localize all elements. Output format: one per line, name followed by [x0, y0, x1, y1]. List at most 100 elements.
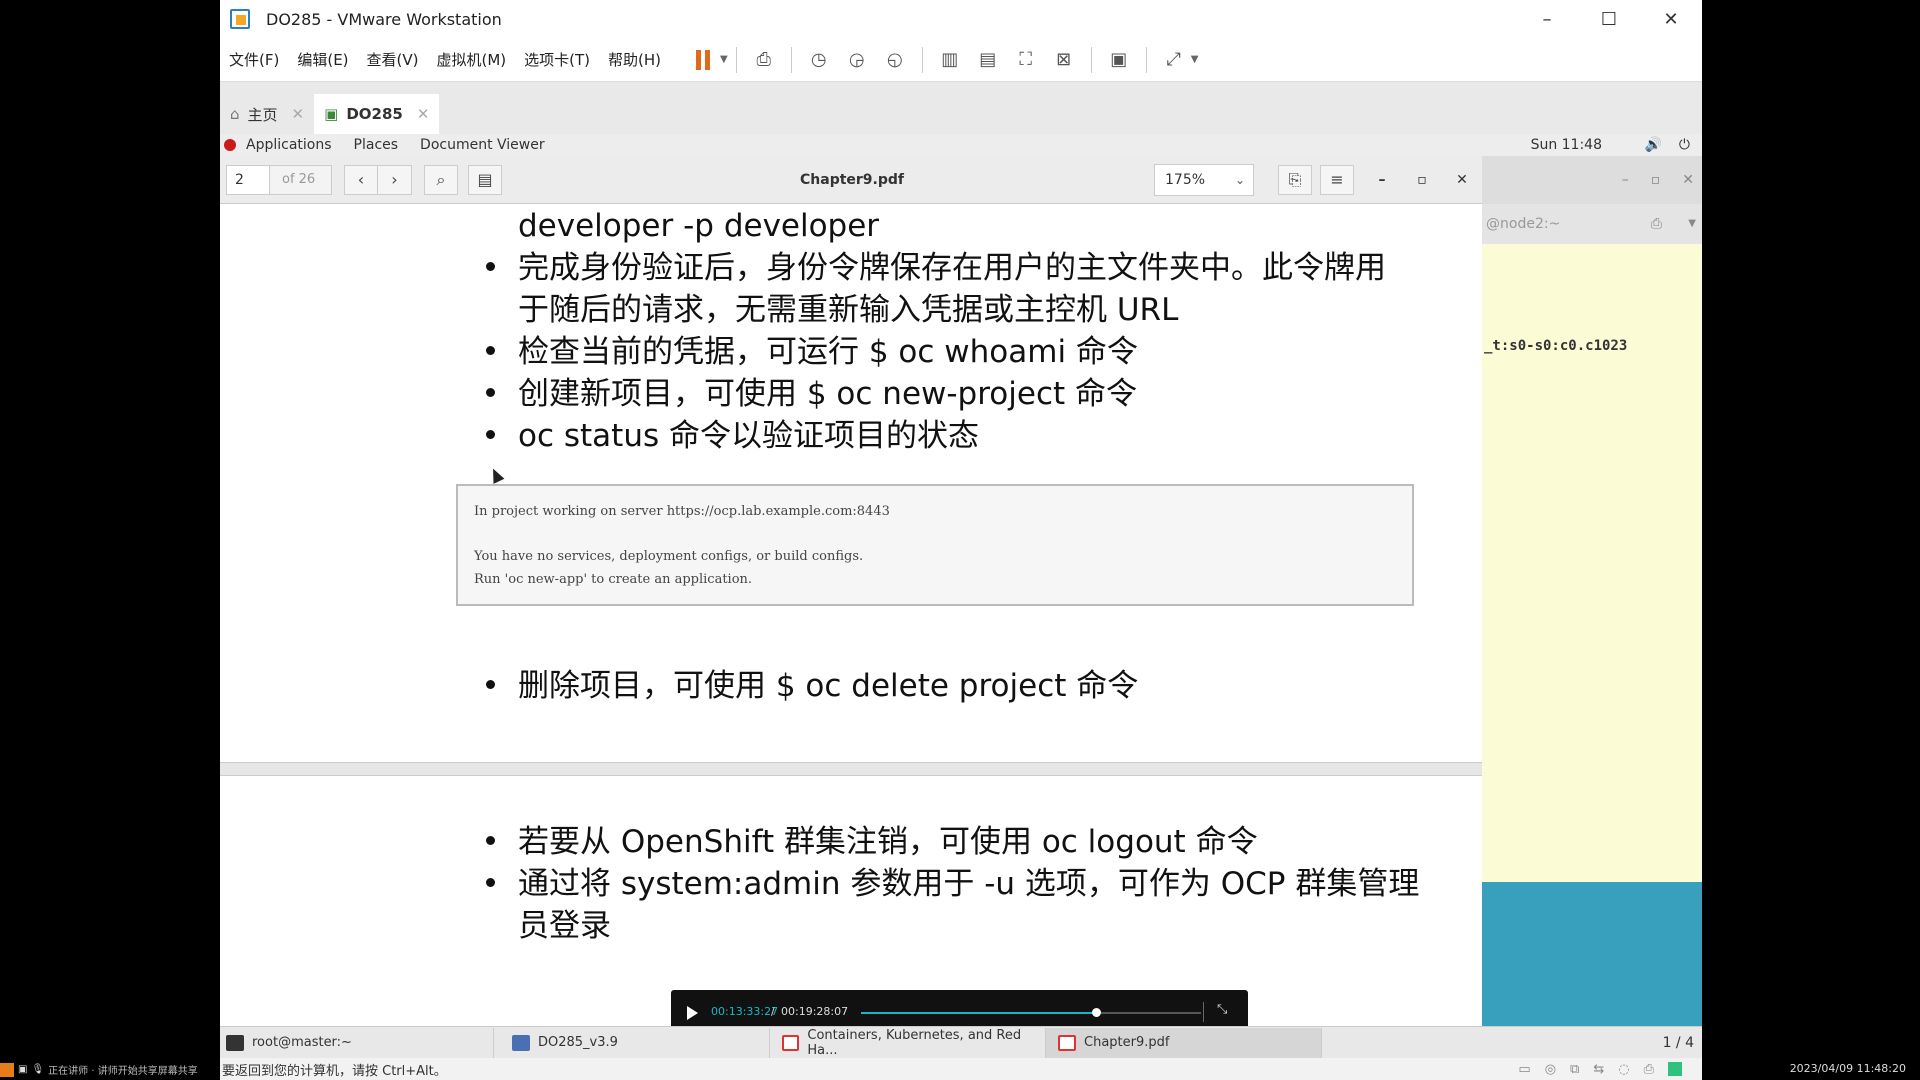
hdd-icon[interactable]: ▭ [1518, 1062, 1530, 1077]
fullscreen-icon[interactable]: ⛶ [1011, 45, 1041, 75]
menu-tabs[interactable]: 选项卡(T) [515, 49, 599, 70]
sound-icon[interactable]: ◌ [1618, 1062, 1629, 1077]
page-text: 创建新项目，可使用 $ oc new-project 命令 [518, 376, 1137, 412]
clock[interactable]: Sun 11:48 [1531, 137, 1602, 153]
page-text: 若要从 OpenShift 群集注销，可使用 oc logout 命令 [518, 824, 1258, 860]
workspace-indicator[interactable]: 1 / 4 [1663, 1035, 1694, 1051]
maximize-icon[interactable]: ▫ [1402, 165, 1442, 195]
power-icon[interactable]: ⏻ [1679, 137, 1690, 153]
zoom-select[interactable]: 175% ⌄ [1154, 163, 1254, 196]
pdf-icon [1058, 1034, 1076, 1051]
seek-handle[interactable] [1091, 1008, 1101, 1017]
network-icon[interactable]: ⧉ [1570, 1062, 1579, 1077]
thumbnail-bar-icon[interactable]: ▤ [973, 45, 1003, 75]
menu-edit[interactable]: 编辑(E) [288, 49, 357, 70]
close-icon[interactable]: ✕ [292, 105, 305, 123]
snapshot-manager-icon[interactable]: ◵ [880, 45, 910, 75]
code-block: In project working on server https://ocp… [456, 484, 1414, 606]
play-icon[interactable] [687, 1006, 698, 1020]
app-menu[interactable]: Document Viewer [420, 137, 545, 153]
minimize-icon[interactable]: – [1516, 0, 1578, 38]
vm-icon: ▣ [324, 105, 339, 123]
menu-view[interactable]: 查看(V) [358, 49, 428, 70]
bookmark-icon: ⎘ [1288, 169, 1302, 189]
taskbar-item-label: DO285_v3.9 [538, 1035, 618, 1050]
close-icon[interactable]: ✕ [1640, 0, 1702, 38]
taskbar-item[interactable]: Chapter9.pdf [1046, 1027, 1322, 1058]
terminal-tab[interactable]: @node2:~ ⎙ ▼ [1482, 204, 1702, 244]
code-line: You have no services, deployment configs… [474, 549, 864, 564]
console-view-icon[interactable]: ▣ [1104, 45, 1134, 75]
pdf-icon [782, 1034, 800, 1051]
close-icon[interactable]: ✕ [417, 105, 430, 123]
library-icon[interactable]: ▥ [935, 45, 965, 75]
close-icon[interactable]: ✕ [1682, 172, 1694, 188]
redhat-icon [224, 139, 236, 151]
page-text: 员登录 [518, 908, 611, 944]
menu-button[interactable]: ≡ [1320, 164, 1354, 195]
menu-help[interactable]: 帮助(H) [599, 49, 670, 70]
viewer-header: 2 of 26 ‹ › ⌕ ▤ Chapter9.pdf 175% ⌄ ⎘ ≡ … [220, 156, 1482, 204]
terminal-line: _t:s0-s0:c0.c1023 [1484, 338, 1628, 354]
page-separator [220, 762, 1482, 776]
bullet [486, 878, 495, 887]
stretch-icon[interactable]: ⤢ [1159, 45, 1189, 75]
window-title: DO285 - VMware Workstation [266, 9, 502, 29]
page-number-input[interactable]: 2 [226, 164, 270, 195]
screen: DO285 - VMware Workstation – ☐ ✕ 文件(F) 编… [0, 0, 1920, 1080]
new-tab-icon[interactable]: ⎙ [1651, 204, 1662, 244]
bullet [486, 346, 495, 355]
minimize-icon[interactable]: – [1622, 172, 1629, 188]
pdf-page-3: 若要从 OpenShift 群集注销，可使用 oc logout 命令 通过将 … [220, 776, 1482, 1026]
page-text: developer -p developer [518, 208, 880, 244]
guest-screen: Applications Places Document Viewer Sun … [220, 134, 1702, 1080]
revert-snapshot-icon[interactable]: ◶ [842, 45, 872, 75]
send-ctrl-alt-del-icon[interactable]: ⎙ [749, 45, 779, 75]
page-text: oc status 命令以验证项目的状态 [518, 418, 979, 454]
volume-icon[interactable]: 🔊 [1645, 137, 1662, 153]
bullet [486, 388, 495, 397]
prev-page-button[interactable]: ‹ [344, 164, 378, 195]
menu-vm[interactable]: 虚拟机(M) [428, 49, 516, 70]
bookmark-button[interactable]: ⎘ [1278, 164, 1312, 195]
applications-menu[interactable]: Applications [246, 137, 332, 153]
bullet [486, 262, 495, 271]
unity-icon[interactable]: ⊠ [1049, 45, 1079, 75]
minimize-icon[interactable]: – [1362, 165, 1402, 195]
taskbar-item[interactable]: Containers, Kubernetes, and Red Ha... [770, 1027, 1046, 1058]
seek-bar[interactable] [861, 1008, 1201, 1017]
chevron-down-icon[interactable]: ▼ [1688, 204, 1696, 244]
page-text: 完成身份验证后，身份令牌保存在用户的主文件夹中。此令牌用 [518, 250, 1386, 286]
chevron-down-icon[interactable]: ▼ [1191, 54, 1199, 65]
menu-file[interactable]: 文件(F) [220, 49, 288, 70]
taskbar-item-label: Chapter9.pdf [1084, 1035, 1170, 1050]
total-time: 00:19:28:07 [781, 1005, 849, 1018]
search-button[interactable]: ⌕ [424, 164, 458, 195]
terminal-body[interactable]: _t:s0-s0:c0.c1023 [1482, 244, 1702, 882]
chevron-down-icon[interactable]: ▼ [720, 54, 728, 65]
usb-icon[interactable]: ⇆ [1593, 1062, 1604, 1077]
taskbar-item[interactable]: DO285_v3.9 [494, 1027, 770, 1058]
tab-home[interactable]: ⌂ 主页 ✕ [220, 94, 314, 134]
vmware-tabbar: ⌂ 主页 ✕ ▣ DO285 ✕ [220, 82, 1702, 134]
maximize-icon[interactable]: ▫ [1651, 172, 1661, 188]
snapshot-icon[interactable]: ◷ [804, 45, 834, 75]
next-page-button[interactable]: › [378, 164, 412, 195]
tab-do285[interactable]: ▣ DO285 ✕ [314, 94, 440, 134]
pause-icon[interactable] [688, 45, 718, 75]
exit-fullscreen-icon[interactable]: ⤡ [1217, 1002, 1227, 1017]
terminal-window: – ▫ ✕ @node2:~ ⎙ ▼ _t:s0-s0:c0.c1023 [1482, 156, 1702, 1026]
bullet [486, 680, 495, 689]
host-datetime: 2023/04/09 11:48:20 [1789, 1062, 1906, 1075]
close-icon[interactable]: ✕ [1442, 165, 1482, 195]
cd-icon[interactable]: ◎ [1545, 1062, 1556, 1077]
app-icon [0, 1062, 14, 1077]
time-separator: / [771, 1005, 775, 1018]
taskbar-item[interactable]: root@master:~ [220, 1027, 494, 1058]
sidebar-button[interactable]: ▤ [468, 164, 502, 195]
places-menu[interactable]: Places [354, 137, 399, 153]
maximize-icon[interactable]: ☐ [1578, 0, 1640, 38]
printer-icon[interactable]: ⎙ [1644, 1062, 1654, 1077]
pdf-page-2: developer -p developer 完成身份验证后，身份令牌保存在用户… [220, 204, 1482, 762]
vm-status-icon[interactable] [1668, 1061, 1682, 1076]
